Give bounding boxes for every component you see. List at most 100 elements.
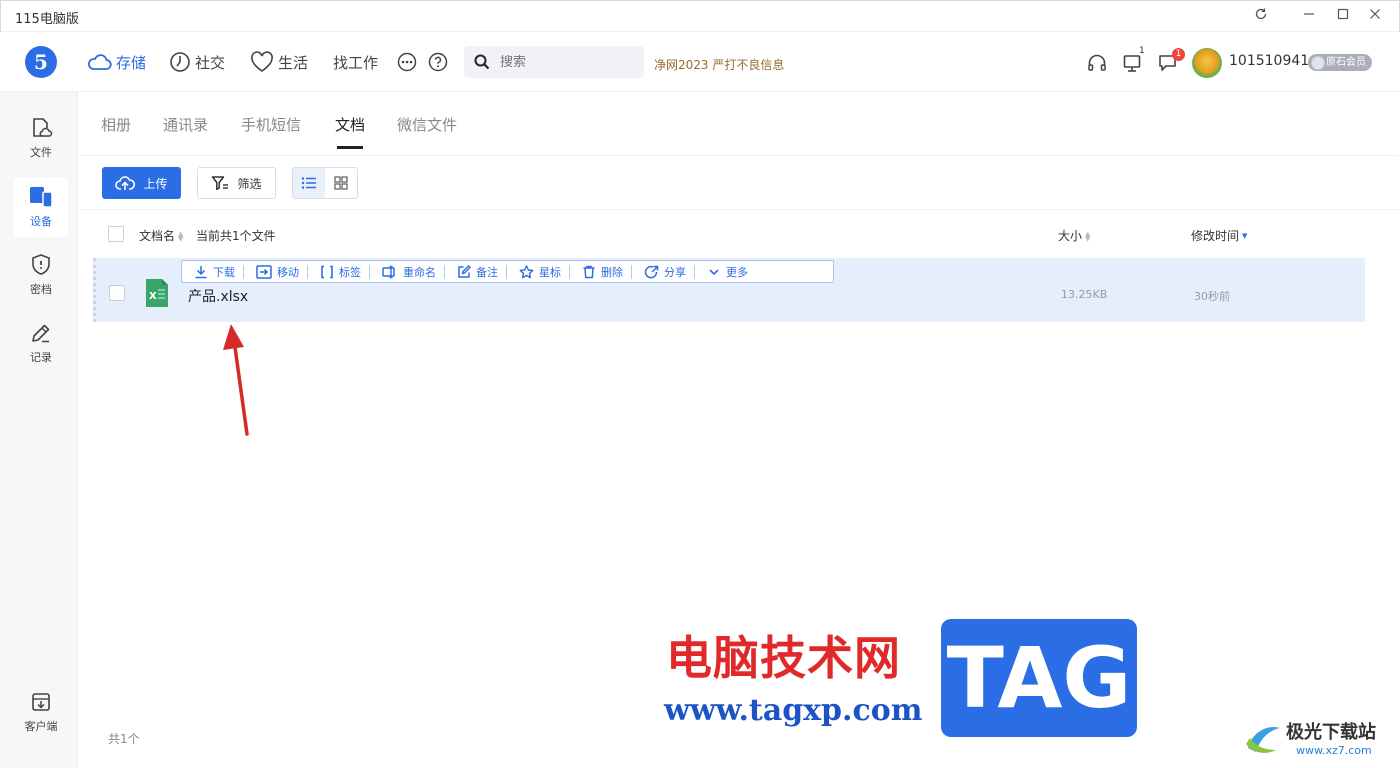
- sidebar-item-notes[interactable]: 记录: [14, 313, 68, 373]
- nav-social[interactable]: 社交: [169, 50, 225, 74]
- device-count-badge: 1: [1139, 46, 1145, 56]
- edit-note-icon: [458, 264, 471, 278]
- shield-icon: [32, 254, 50, 275]
- action-label: 删除: [601, 265, 623, 279]
- action-label: 星标: [539, 265, 561, 279]
- total-count: 共1个: [108, 732, 140, 746]
- avatar[interactable]: [1192, 48, 1222, 78]
- top-header: 5 存储 社交 生活 找工作 净网2023 严打不良信息 1 1 1015109…: [0, 32, 1400, 92]
- tab-sms[interactable]: 手机短信: [241, 114, 301, 135]
- column-size[interactable]: 大小 ▲ ▼: [1058, 227, 1090, 244]
- tag-button[interactable]: 标签: [308, 264, 370, 279]
- row-checkbox[interactable]: [109, 285, 125, 301]
- tab-album[interactable]: 相册: [101, 114, 131, 135]
- close-icon[interactable]: [1365, 7, 1385, 27]
- file-size: 13.25KB: [1061, 288, 1108, 301]
- watermark-site-name: 极光下载站: [1286, 722, 1376, 743]
- sidebar-item-label: 密档: [30, 283, 52, 296]
- filter-button[interactable]: 筛选: [197, 167, 276, 199]
- member-badge[interactable]: 原石会员: [1308, 54, 1372, 71]
- star-icon: [519, 264, 534, 278]
- message-count-badge: 1: [1172, 48, 1185, 61]
- grid-view-icon[interactable]: [325, 168, 357, 198]
- action-label: 分享: [664, 265, 686, 279]
- nav-social-label: 社交: [195, 53, 226, 72]
- move-icon: [256, 264, 272, 279]
- column-name[interactable]: 文档名 ▲ ▼: [139, 227, 183, 244]
- action-label: 标签: [339, 265, 361, 279]
- app-logo[interactable]: 5: [25, 46, 57, 78]
- watermark-site-url: www.xz7.com: [1296, 744, 1372, 757]
- sort-icon: ▲ ▼: [1085, 229, 1091, 243]
- sidebar-item-vault[interactable]: 密档: [14, 245, 68, 305]
- help-icon[interactable]: [428, 50, 452, 74]
- column-modified[interactable]: 修改时间 ▼: [1191, 227, 1247, 244]
- action-label: 重命名: [403, 265, 436, 279]
- sort-desc-icon: ▼: [1242, 232, 1248, 240]
- sidebar-item-devices[interactable]: 设备: [14, 177, 68, 237]
- window-title: 115电脑版: [15, 12, 79, 27]
- promo-text[interactable]: 净网2023 严打不良信息: [654, 56, 784, 73]
- file-name[interactable]: 产品.xlsx: [188, 286, 248, 306]
- watermark-tag-logo: TAG: [941, 619, 1137, 737]
- trash-icon: [583, 265, 595, 278]
- aurora-logo-icon: [1246, 726, 1280, 753]
- bracket-tag-icon: [321, 265, 333, 278]
- column-size-label: 大小: [1058, 229, 1083, 243]
- filter-label: 筛选: [237, 176, 262, 191]
- more-button[interactable]: 更多: [695, 265, 756, 279]
- category-tabs: 相册 通讯录 手机短信 文档 微信文件: [80, 92, 1398, 156]
- title-bar: 115电脑版: [0, 0, 1400, 32]
- upload-label: 上传: [143, 176, 168, 191]
- delete-button[interactable]: 删除: [570, 264, 632, 279]
- file-count-text: 当前共1个文件: [196, 229, 276, 243]
- refresh-icon[interactable]: [1251, 7, 1271, 27]
- view-toggle: [292, 167, 358, 199]
- nav-storage[interactable]: 存储: [86, 50, 146, 74]
- action-label: 移动: [277, 265, 299, 279]
- share-button[interactable]: 分享: [632, 264, 695, 279]
- minimize-icon[interactable]: [1299, 7, 1319, 27]
- watermark-text: 电脑技术网: [666, 631, 901, 685]
- sort-icon: ▲ ▼: [178, 229, 184, 243]
- nav-storage-label: 存储: [116, 53, 147, 72]
- file-cloud-icon: [33, 118, 53, 137]
- tab-contacts[interactable]: 通讯录: [163, 114, 208, 135]
- file-action-bar: 下载 移动 标签 重命名 备注 星标 删除 分享 更多: [181, 260, 834, 283]
- upload-button[interactable]: 上传: [102, 167, 181, 199]
- headset-icon[interactable]: [1086, 52, 1108, 74]
- tab-wechat-files[interactable]: 微信文件: [397, 114, 457, 135]
- note-button[interactable]: 备注: [445, 264, 507, 279]
- tab-documents[interactable]: 文档: [335, 114, 365, 149]
- sidebar-item-files[interactable]: 文件: [14, 108, 68, 168]
- list-view-icon[interactable]: [293, 168, 325, 198]
- watermark-url: www.tagxp.com: [664, 693, 923, 728]
- search-input[interactable]: [500, 54, 620, 70]
- rename-button[interactable]: 重命名: [370, 264, 445, 279]
- excel-file-icon: X: [146, 279, 168, 307]
- more-icon[interactable]: [397, 50, 421, 74]
- rename-icon: [382, 265, 395, 278]
- nav-life[interactable]: 生活: [250, 50, 308, 74]
- maximize-icon[interactable]: [1333, 7, 1353, 27]
- action-label: 更多: [726, 265, 748, 279]
- action-label: 备注: [476, 265, 498, 279]
- pencil-icon: [32, 324, 50, 343]
- sidebar-item-client[interactable]: 客户端: [14, 682, 68, 742]
- username[interactable]: 101510941: [1229, 53, 1309, 69]
- list-header: 文档名 ▲ ▼ 当前共1个文件 大小 ▲ ▼ 修改时间 ▼: [80, 210, 1398, 258]
- column-modified-label: 修改时间: [1191, 229, 1240, 243]
- devices-icon: [30, 187, 53, 208]
- search-icon: [474, 54, 490, 70]
- svg-text:X: X: [149, 291, 157, 302]
- search-box[interactable]: [464, 46, 644, 78]
- download-button[interactable]: 下载: [182, 264, 244, 279]
- star-button[interactable]: 星标: [507, 264, 570, 279]
- move-button[interactable]: 移动: [244, 264, 308, 279]
- sidebar: 文件 设备 密档 记录 客户端: [0, 92, 78, 768]
- column-name-label: 文档名: [139, 229, 176, 243]
- select-all-checkbox[interactable]: [108, 226, 124, 242]
- nav-jobs[interactable]: 找工作: [333, 50, 378, 74]
- upload-cloud-icon: [115, 176, 136, 190]
- sidebar-item-label: 记录: [30, 351, 52, 364]
